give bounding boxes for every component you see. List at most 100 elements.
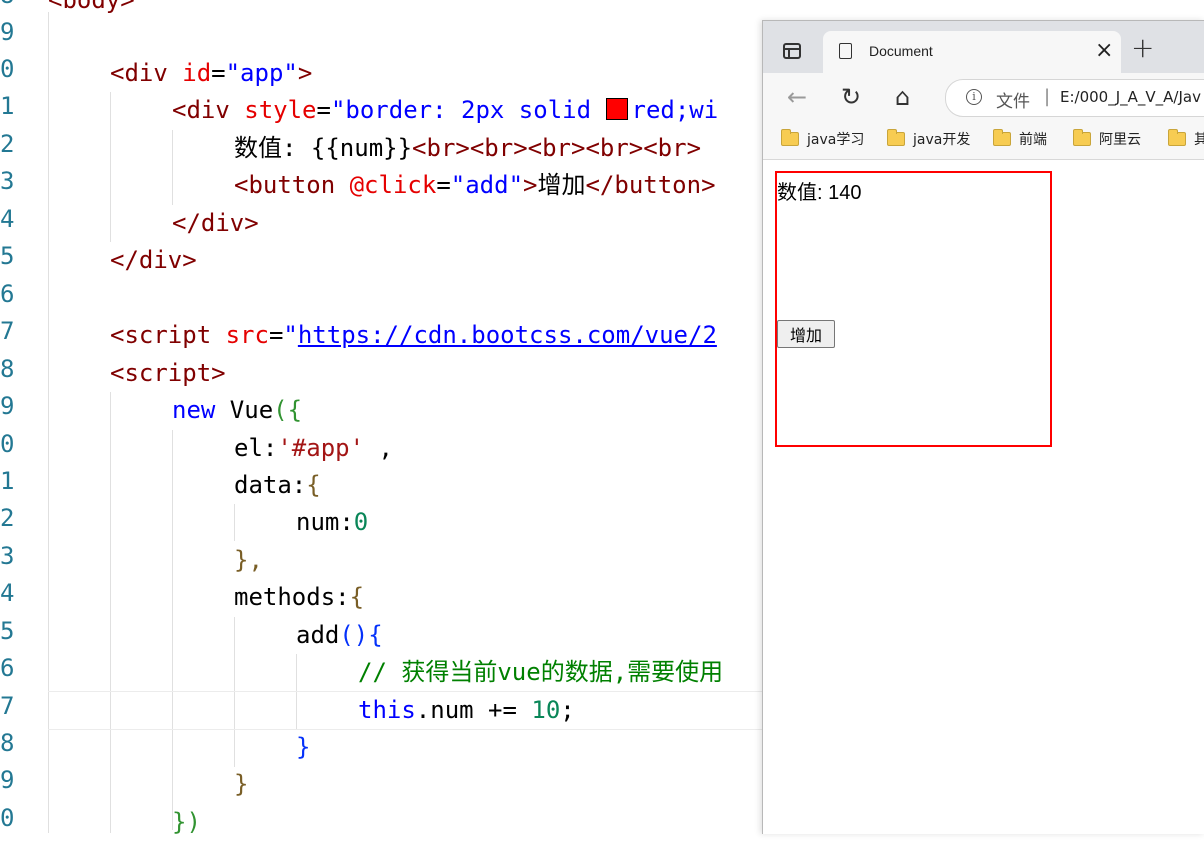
code-token: <script> <box>110 359 226 387</box>
code-token: num: <box>296 508 354 536</box>
code-token: "border: 2px solid <box>330 96 606 124</box>
indent-guide <box>110 392 111 833</box>
line-number: 3 <box>0 542 15 570</box>
code-token: 0 <box>353 508 369 536</box>
code-token: data: <box>234 471 307 499</box>
code-line: } <box>234 766 248 803</box>
line-number: 0 <box>0 804 15 832</box>
code-token: id <box>167 59 212 87</box>
line-number: 6 <box>0 280 15 308</box>
code-token: > <box>523 171 538 199</box>
address-bar[interactable]: i 文件 | E:/000_J_A_V_A/Jav <box>945 79 1204 117</box>
code-token: <body> <box>48 0 135 14</box>
code-token: }) <box>172 808 201 836</box>
line-number: 5 <box>0 617 15 645</box>
page-icon <box>839 43 852 59</box>
code-line: <div style="border: 2px solid red;wi <box>172 92 718 129</box>
new-tab-icon[interactable]: + <box>1131 33 1154 63</box>
line-number: 9 <box>0 18 15 46</box>
code-line: <script> <box>110 355 226 392</box>
code-token: <script <box>110 321 212 349</box>
code-token: { <box>306 471 321 499</box>
code-token: = <box>268 321 284 349</box>
app-container: 数值: 140 增加 <box>775 171 1052 447</box>
add-button[interactable]: 增加 <box>777 320 835 348</box>
line-number: 9 <box>0 392 15 420</box>
code-token: } <box>234 770 249 798</box>
code-token: this <box>358 696 416 724</box>
code-token: methods: <box>234 583 350 611</box>
bookmark-label: java开发 <box>913 132 971 148</box>
line-number: 2 <box>0 130 15 158</box>
code-token: <br><br><br><br><br> <box>412 134 702 162</box>
code-token: 增加 <box>537 171 586 199</box>
bookmark-item[interactable]: 其 <box>1168 129 1204 153</box>
reload-icon[interactable]: ↻ <box>841 83 861 111</box>
line-number: 5 <box>0 242 15 270</box>
close-tab-icon[interactable]: × <box>1095 37 1113 65</box>
bookmark-item[interactable]: 前端 <box>993 129 1047 153</box>
code-token: , <box>364 434 393 462</box>
code-token: " <box>283 321 298 349</box>
code-link[interactable]: https://cdn.bootcss.com/vue/2 <box>298 321 717 349</box>
code-token: = <box>316 96 331 124</box>
line-number: 4 <box>0 579 15 607</box>
code-token: new <box>172 396 216 424</box>
code-line: </div> <box>172 205 259 242</box>
line-number: 1 <box>0 467 15 495</box>
code-token: } <box>296 733 311 761</box>
code-token: ; <box>560 696 575 724</box>
folder-icon <box>1073 129 1091 146</box>
line-number: 8 <box>0 355 15 383</box>
browser-window: Document × + ← ↻ ⌂ i 文件 | E:/000_J_A_V_A… <box>762 20 1204 834</box>
bookmark-label: 阿里云 <box>1099 132 1141 148</box>
bookmark-item[interactable]: java学习 <box>781 129 864 153</box>
code-line: }) <box>172 804 201 841</box>
code-token: add <box>296 621 340 649</box>
info-icon[interactable]: i <box>966 89 982 105</box>
code-line: <body> <box>48 0 135 19</box>
line-number: 1 <box>0 92 15 120</box>
bookmark-item[interactable]: java开发 <box>887 129 970 153</box>
line-number: 0 <box>0 430 15 458</box>
line-number: 6 <box>0 654 15 682</box>
code-line: </div> <box>110 242 197 279</box>
code-token: <div <box>172 96 230 124</box>
code-line: add(){ <box>296 617 383 654</box>
code-token: Vue <box>215 396 274 424</box>
sidebar-toggle-icon[interactable] <box>783 43 801 59</box>
code-token: </div> <box>110 246 197 274</box>
folder-icon <box>887 129 905 146</box>
line-number: 7 <box>0 692 15 720</box>
line-number: 0 <box>0 55 15 83</box>
code-token: = <box>436 171 451 199</box>
code-line: methods:{ <box>234 579 364 616</box>
code-line: el:'#app' , <box>234 430 393 467</box>
address-separator: | <box>1044 86 1051 107</box>
code-line: } <box>296 729 310 766</box>
color-swatch-icon[interactable] <box>605 98 628 120</box>
address-url[interactable]: E:/000_J_A_V_A/Jav <box>1060 88 1201 106</box>
browser-toolbar: ← ↻ ⌂ i 文件 | E:/000_J_A_V_A/Jav <box>763 73 1204 123</box>
tab-bar: Document × + <box>763 21 1204 73</box>
back-arrow-icon[interactable]: ← <box>787 83 807 111</box>
code-line: this.num += 10; <box>358 692 575 729</box>
line-number: 7 <box>0 317 15 345</box>
code-line: <button @click="add">增加</button> <box>234 167 716 204</box>
address-scheme-label: 文件 <box>996 92 1030 112</box>
code-token: '#app' <box>277 434 365 462</box>
bookmark-item[interactable]: 阿里云 <box>1073 129 1141 153</box>
code-line: 数值: {{num}}<br><br><br><br><br> <box>234 130 701 167</box>
home-icon[interactable]: ⌂ <box>895 83 910 111</box>
folder-icon <box>1168 129 1186 146</box>
code-token: @click <box>335 171 437 199</box>
code-token: > <box>297 59 313 87</box>
code-token: style <box>229 96 317 124</box>
tab-document[interactable]: Document × <box>823 31 1121 73</box>
code-line: num:0 <box>296 504 368 541</box>
indent-guide <box>172 130 173 205</box>
code-comment: // 获得当前vue的数据,需要使用 <box>358 658 724 686</box>
bookmarks-bar: java学习 java开发 前端 阿里云 其 <box>763 123 1204 160</box>
code-token: ({ <box>273 396 303 424</box>
line-number: 2 <box>0 504 15 532</box>
